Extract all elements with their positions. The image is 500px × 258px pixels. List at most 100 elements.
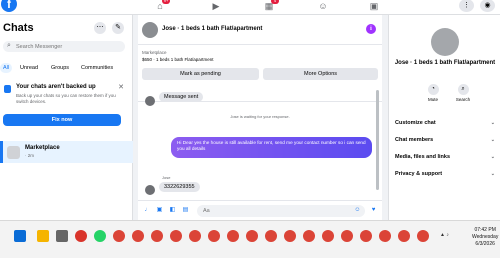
notifications-icon[interactable]: ◉ (480, 0, 495, 12)
chrome-icon[interactable] (208, 230, 220, 242)
app-icon[interactable] (75, 230, 87, 242)
chevron-down-icon: ⌄ (490, 154, 495, 160)
more-options-button[interactable]: More Options (263, 68, 378, 80)
listing-label: Marketplace (142, 50, 167, 55)
video-icon[interactable]: ▶ (210, 1, 222, 11)
windows-start-icon[interactable] (14, 230, 26, 242)
conversation-title[interactable]: Jose · 1 beds 1 bath Flat/apartment (162, 26, 262, 32)
filter-unread[interactable]: Unread (17, 63, 41, 73)
chrome-icon[interactable] (132, 230, 144, 242)
chats-sidebar: Chats ⋯ ✎ ⌕ All Unread Groups Communitie… (0, 15, 133, 220)
chevron-down-icon: ⌄ (490, 137, 495, 143)
customize-chat-row[interactable]: Customize chat ⌄ (395, 120, 495, 126)
chrome-icon[interactable] (189, 230, 201, 242)
taskbar-clock[interactable]: 07:42 PM Wednesday 6/3/2026 (472, 227, 498, 248)
sender-name: Jose (162, 175, 171, 180)
taskbar: ▲ ♪ 07:42 PM Wednesday 6/3/2026 (0, 220, 500, 258)
profile-title: Jose · 1 beds 1 bath Flat/apartment (394, 60, 496, 66)
scrollbar[interactable] (376, 90, 379, 190)
chrome-icon[interactable] (398, 230, 410, 242)
search-icon: ⌕ (457, 84, 469, 95)
mark-as-pending-button[interactable]: Mark as pending (142, 68, 259, 80)
clock-time: 07:42 PM (474, 227, 496, 233)
groups-icon[interactable]: ☺ (317, 1, 329, 11)
home-badge: 9+ (162, 0, 170, 4)
gif-icon[interactable]: ▤ (182, 206, 189, 214)
message-input[interactable] (197, 205, 365, 217)
chrome-icon[interactable] (246, 230, 258, 242)
media-files-label: Media, files and links (395, 154, 451, 160)
backup-text: Back up your chats so you can restore th… (16, 93, 116, 104)
mute-action[interactable]: ◔ Mute (421, 84, 445, 102)
chrome-icon[interactable] (379, 230, 391, 242)
sender-avatar (145, 96, 155, 106)
filter-groups[interactable]: Groups (48, 63, 72, 73)
chrome-icon[interactable] (227, 230, 239, 242)
conversation-details-panel: Jose · 1 beds 1 bath Flat/apartment ◔ Mu… (388, 15, 500, 220)
sticker-icon[interactable]: ◧ (169, 206, 176, 214)
system-message: Message sent (159, 92, 204, 102)
chrome-icon[interactable] (265, 230, 277, 242)
conversation-pane: Jose · 1 beds 1 bath Flat/apartment i Ma… (138, 15, 382, 220)
chat-members-label: Chat members (395, 137, 434, 143)
privacy-support-label: Privacy & support (395, 171, 443, 177)
system-tray-icons[interactable]: ▲ ♪ (440, 232, 449, 238)
incoming-message: 3322629355 (159, 182, 200, 192)
conversation-list-item[interactable]: Marketplace · 2m (0, 141, 133, 163)
conversation-time: · 2m (25, 153, 34, 158)
privacy-support-row[interactable]: Privacy & support ⌄ (395, 171, 495, 177)
mute-label: Mute (427, 97, 438, 102)
chevron-down-icon: ⌄ (490, 120, 495, 126)
more-options-icon[interactable]: ⋯ (94, 22, 106, 34)
customize-chat-label: Customize chat (395, 120, 436, 126)
media-files-row[interactable]: Media, files and links ⌄ (395, 154, 495, 160)
chrome-icon[interactable] (341, 230, 353, 242)
chrome-icon[interactable] (170, 230, 182, 242)
message-composer: ♩ ▣ ◧ ▤ ☺ ♥ (138, 200, 382, 220)
microphone-icon[interactable]: ♩ (144, 206, 151, 214)
facebook-logo[interactable]: f (1, 0, 17, 12)
chats-title: Chats (3, 22, 34, 34)
conversation-header: Jose · 1 beds 1 bath Flat/apartment i (138, 15, 382, 45)
menu-icon[interactable]: ⋮ (459, 0, 474, 12)
like-icon[interactable]: ♥ (370, 206, 377, 214)
chrome-icon[interactable] (284, 230, 296, 242)
conversation-avatar[interactable] (142, 22, 158, 38)
chrome-icon[interactable] (417, 230, 429, 242)
clock-date: 6/3/2026 (475, 241, 495, 247)
file-explorer-icon[interactable] (37, 230, 49, 242)
chevron-down-icon: ⌄ (490, 171, 495, 177)
phone-icon (4, 85, 11, 93)
backup-notice: Your chats aren't backed up ✕ Back up yo… (3, 82, 126, 132)
info-icon[interactable]: i (366, 24, 376, 34)
chrome-icon[interactable] (322, 230, 334, 242)
clock-day: Wednesday (472, 234, 499, 240)
chrome-icon[interactable] (113, 230, 125, 242)
new-message-icon[interactable]: ✎ (112, 22, 124, 34)
filter-all[interactable]: All (0, 63, 13, 73)
search-input[interactable] (16, 42, 121, 51)
gaming-icon[interactable]: ▣ (368, 1, 380, 11)
search-label: Search (455, 97, 471, 102)
whatsapp-icon[interactable] (94, 230, 106, 242)
search-action[interactable]: ⌕ Search (451, 84, 475, 102)
listing-price: $650 · 1 beds 1 bath Flat/apartment (142, 57, 214, 62)
search-box: ⌕ (3, 41, 125, 52)
search-icon: ⌕ (7, 42, 11, 49)
marketplace-avatar (7, 146, 20, 159)
emoji-icon[interactable]: ☺ (354, 206, 361, 214)
chrome-icon[interactable] (360, 230, 372, 242)
conversation-name: Marketplace (25, 145, 60, 151)
chrome-icon[interactable] (303, 230, 315, 242)
chat-filters: All Unread Groups Communities (0, 63, 133, 73)
chat-members-row[interactable]: Chat members ⌄ (395, 137, 495, 143)
bell-icon: ◔ (427, 84, 439, 95)
outgoing-message: Hi Dear yes the house is still available… (171, 137, 372, 158)
photo-icon[interactable]: ▣ (156, 206, 163, 214)
fix-now-button[interactable]: Fix now (3, 114, 121, 126)
filter-communities[interactable]: Communities (78, 63, 116, 73)
close-icon[interactable]: ✕ (118, 83, 124, 91)
app-icon[interactable] (56, 230, 68, 242)
profile-avatar (431, 28, 459, 56)
chrome-icon[interactable] (151, 230, 163, 242)
